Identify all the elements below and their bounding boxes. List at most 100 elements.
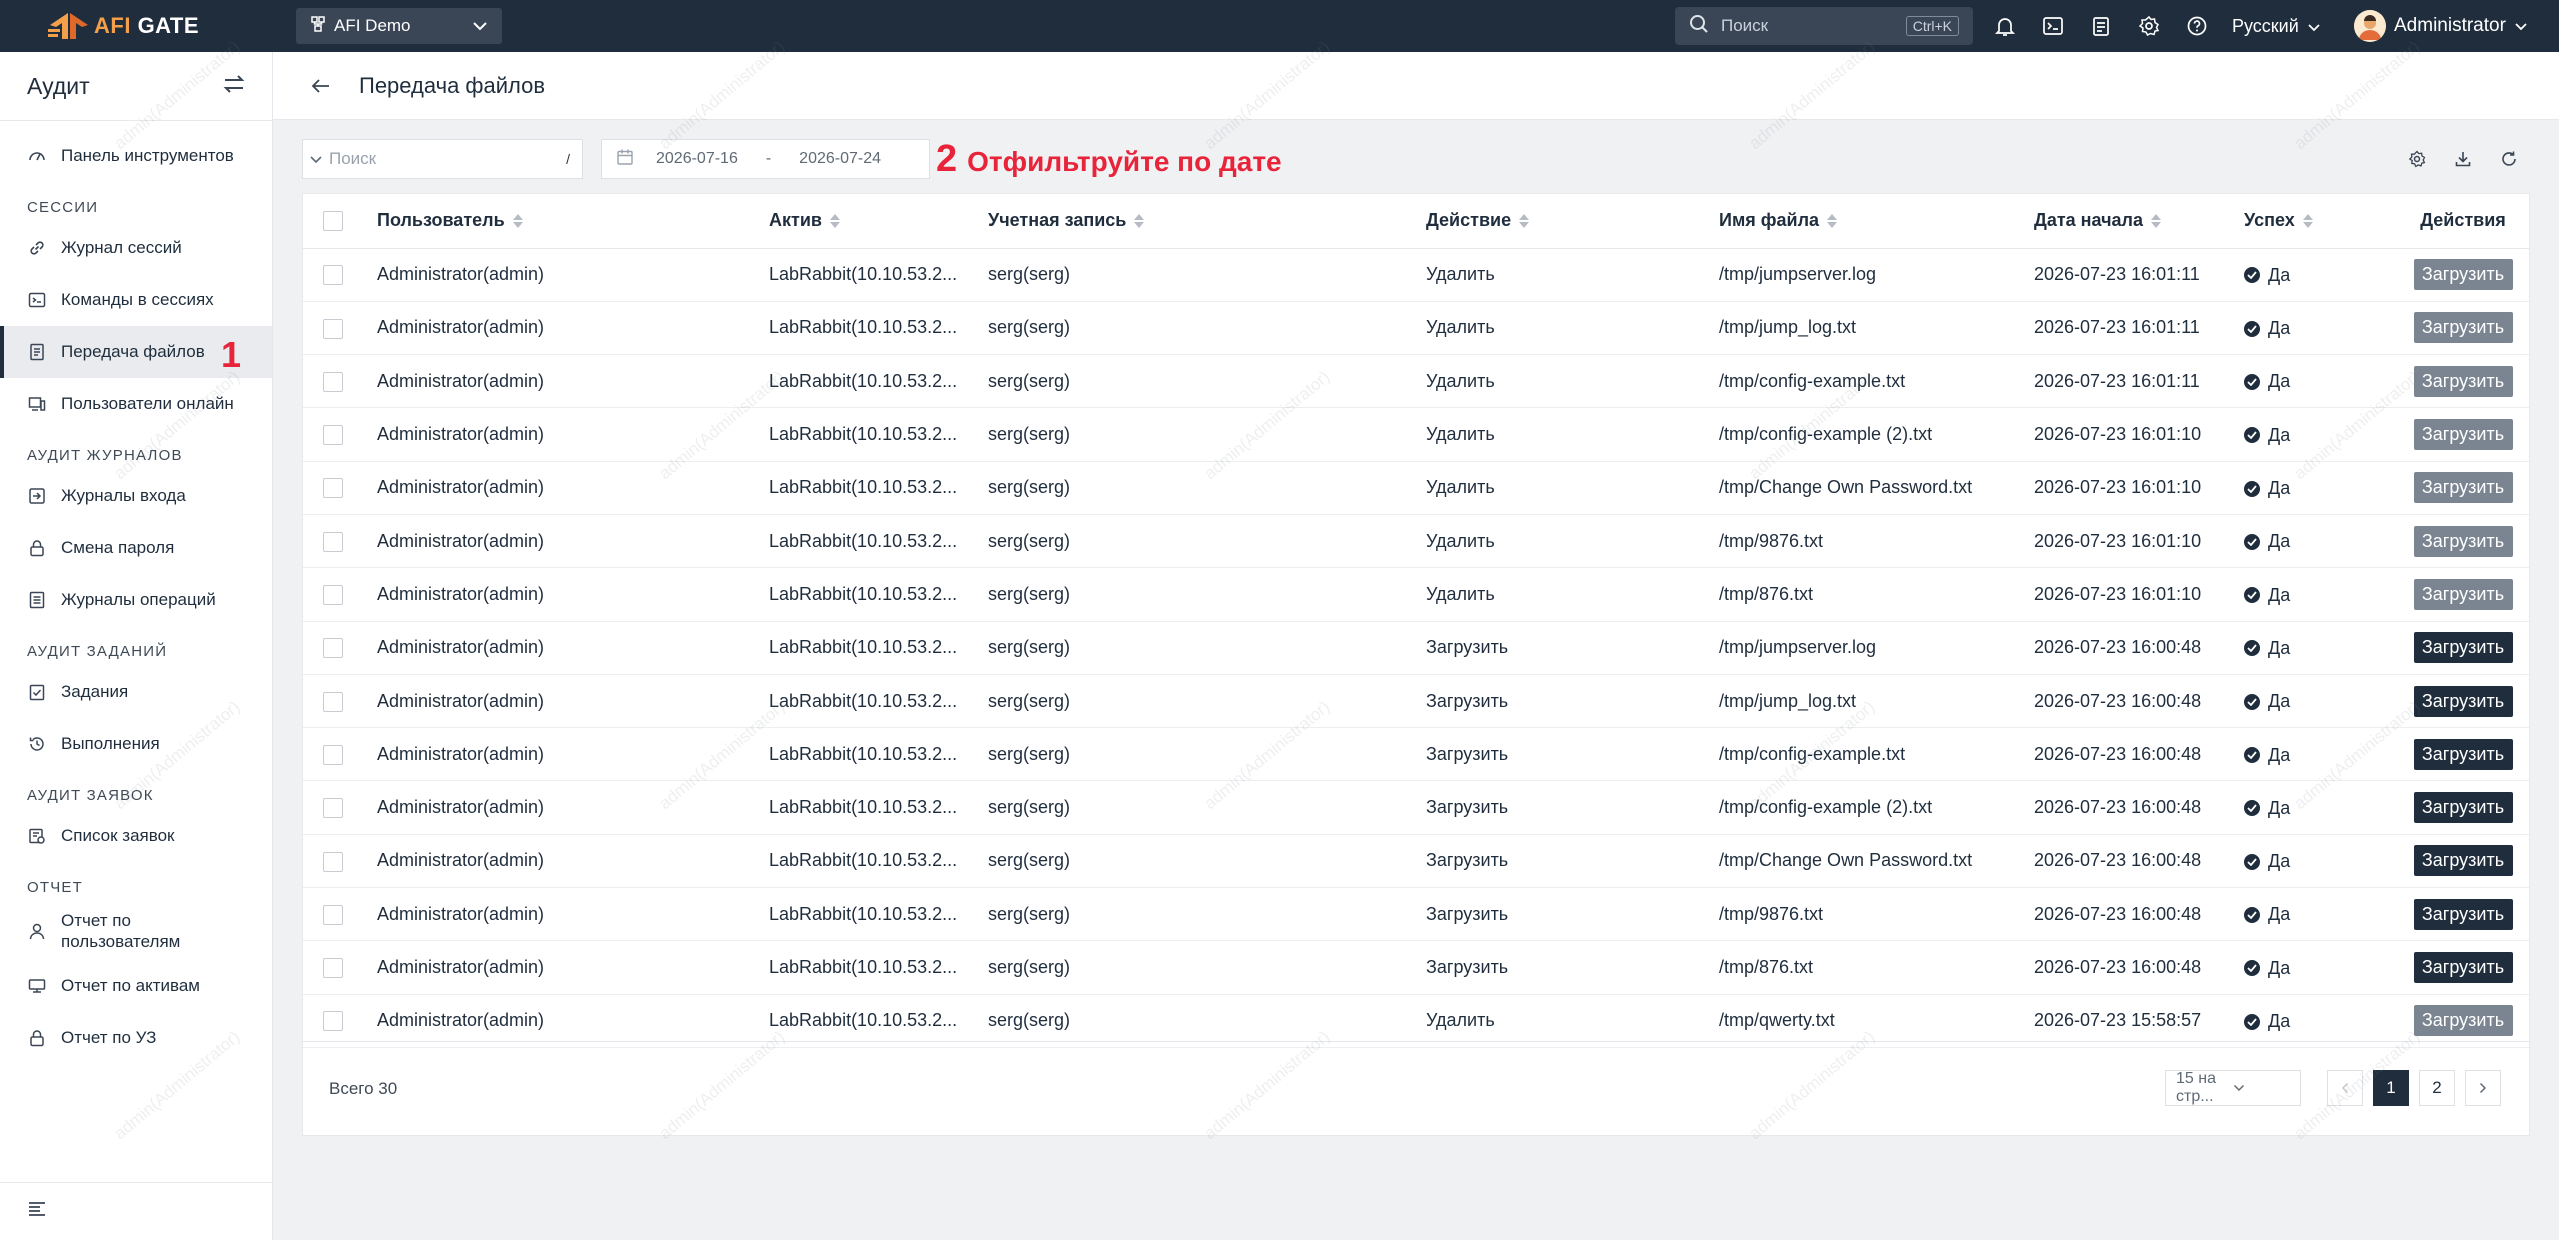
column-header-operation[interactable]: Действие	[1426, 210, 1530, 231]
row-checkbox[interactable]	[323, 744, 343, 765]
cell-account: serg(serg)	[988, 354, 1426, 409]
sidebar-item-online-users[interactable]: Пользователи онлайн	[0, 378, 272, 430]
sidebar-item-jobs[interactable]: Задания	[0, 666, 272, 718]
page-button-2[interactable]: 2	[2419, 1070, 2455, 1106]
cell-date-start: 2026-07-23 16:01:10	[2034, 567, 2244, 622]
sidebar-item-dashboard[interactable]: Панель инструментов	[0, 130, 272, 182]
sort-icon[interactable]	[2302, 213, 2313, 228]
table-row: Administrator(admin) LabRabbit(10.10.53.2…	[303, 940, 2529, 995]
prev-page-button[interactable]	[2327, 1070, 2363, 1106]
download-button[interactable]: Загрузить	[2413, 845, 2513, 877]
terminal-icon[interactable]	[2040, 13, 2066, 39]
sort-icon[interactable]	[512, 213, 523, 228]
help-icon[interactable]	[2184, 13, 2210, 39]
sidebar-item-password-change[interactable]: Смена пароля	[0, 522, 272, 574]
cell-asset: LabRabbit(10.10.53.2...	[769, 354, 988, 409]
sort-icon[interactable]	[1134, 213, 1145, 228]
row-checkbox[interactable]	[323, 425, 343, 446]
download-button[interactable]: Загрузить	[2413, 792, 2513, 824]
sidebar-item-ticket-list[interactable]: Список заявок	[0, 810, 272, 862]
column-header-success[interactable]: Успех	[2244, 210, 2313, 231]
download-button[interactable]: Загрузить	[2413, 1005, 2513, 1037]
clipboard-list-icon[interactable]	[2088, 13, 2114, 39]
table-search-input[interactable]: Поиск /	[302, 139, 583, 179]
download-button[interactable]: Загрузить	[2413, 365, 2513, 397]
sidebar-item-session-commands[interactable]: Команды в сессиях	[0, 274, 272, 326]
row-checkbox[interactable]	[323, 531, 343, 552]
download-button[interactable]: Загрузить	[2413, 632, 2513, 664]
language-select[interactable]: Русский	[2232, 0, 2321, 52]
row-checkbox[interactable]	[323, 265, 343, 286]
sidebar-item-login-logs[interactable]: Журналы входа	[0, 470, 272, 522]
bell-icon[interactable]	[1992, 13, 2018, 39]
date-from[interactable]: 2026-07-16	[656, 150, 738, 168]
settings-icon[interactable]	[2406, 148, 2428, 170]
cell-filename: /tmp/config-example (2).txt	[1719, 780, 2034, 835]
cell-filename: /tmp/jump_log.txt	[1719, 674, 2034, 729]
table-row: Administrator(admin) LabRabbit(10.10.53.2…	[303, 994, 2529, 1048]
sidebar-item-label: Передача файлов	[61, 342, 205, 361]
gear-icon[interactable]	[2136, 13, 2162, 39]
row-checkbox[interactable]	[323, 1011, 343, 1032]
sort-icon[interactable]	[1519, 213, 1530, 228]
sort-icon[interactable]	[1827, 213, 1838, 228]
global-search[interactable]: Поиск Ctrl+K	[1675, 7, 1973, 45]
sort-icon[interactable]	[2151, 213, 2162, 228]
row-checkbox[interactable]	[323, 585, 343, 606]
date-range-picker[interactable]: 2026-07-16 - 2026-07-24	[601, 139, 930, 179]
logo[interactable]: AFI GATE	[48, 9, 278, 43]
switch-view-icon[interactable]	[222, 73, 246, 100]
sidebar-item-operation-logs[interactable]: Журналы операций	[0, 574, 272, 626]
download-button[interactable]: Загрузить	[2413, 578, 2513, 610]
sort-icon[interactable]	[829, 213, 840, 228]
row-checkbox[interactable]	[323, 798, 343, 819]
next-page-button[interactable]	[2465, 1070, 2501, 1106]
row-checkbox[interactable]	[323, 851, 343, 872]
download-button[interactable]: Загрузить	[2413, 898, 2513, 930]
user-menu[interactable]: Administrator	[2354, 0, 2528, 52]
refresh-icon[interactable]	[2498, 148, 2520, 170]
table-row: Administrator(admin) LabRabbit(10.10.53.2…	[303, 780, 2529, 835]
row-checkbox[interactable]	[323, 318, 343, 339]
sidebar-item-account-report[interactable]: Отчет по УЗ	[0, 1012, 272, 1064]
download-button[interactable]: Загрузить	[2413, 259, 2513, 291]
back-arrow-icon[interactable]	[309, 74, 333, 98]
cell-user: Administrator(admin)	[377, 407, 769, 462]
sidebar-item-executions[interactable]: Выполнения	[0, 718, 272, 770]
sidebar-item-user-report[interactable]: Отчет по пользователям	[0, 902, 272, 960]
cell-operation: Загрузить	[1426, 780, 1719, 835]
row-checkbox[interactable]	[323, 638, 343, 659]
column-header-asset[interactable]: Актив	[769, 210, 840, 231]
download-button[interactable]: Загрузить	[2413, 525, 2513, 557]
row-checkbox[interactable]	[323, 958, 343, 979]
sidebar-item-session-log[interactable]: Журнал сессий	[0, 222, 272, 274]
page-button-1[interactable]: 1	[2373, 1070, 2409, 1106]
download-button[interactable]: Загрузить	[2413, 952, 2513, 983]
column-header-filename[interactable]: Имя файла	[1719, 210, 1838, 231]
download-icon[interactable]	[2452, 148, 2474, 170]
download-button[interactable]: Загрузить	[2413, 738, 2513, 770]
sidebar-item-asset-report[interactable]: Отчет по активам	[0, 960, 272, 1012]
avatar	[2354, 10, 2386, 42]
download-button[interactable]: Загрузить	[2413, 419, 2513, 451]
chevron-down-icon[interactable]	[309, 149, 323, 169]
collapse-menu-icon[interactable]	[27, 1200, 47, 1223]
column-header-user[interactable]: Пользователь	[377, 210, 523, 231]
row-checkbox[interactable]	[323, 371, 343, 392]
row-checkbox[interactable]	[323, 904, 343, 925]
cell-operation: Загрузить	[1426, 834, 1719, 889]
row-checkbox[interactable]	[323, 478, 343, 499]
calendar-icon	[616, 148, 634, 171]
row-checkbox[interactable]	[323, 691, 343, 712]
sidebar-item-label: Список заявок	[61, 826, 175, 845]
column-header-account[interactable]: Учетная запись	[988, 210, 1145, 231]
success-text: Да	[2268, 318, 2291, 339]
column-header-date-start[interactable]: Дата начала	[2034, 210, 2162, 231]
download-button[interactable]: Загрузить	[2413, 312, 2513, 344]
download-button[interactable]: Загрузить	[2413, 685, 2513, 717]
page-size-select[interactable]: 15 на стр...	[2165, 1070, 2301, 1106]
date-to[interactable]: 2026-07-24	[799, 150, 881, 168]
download-button[interactable]: Загрузить	[2413, 472, 2513, 504]
organization-select[interactable]: AFI Demo	[296, 8, 502, 44]
select-all-checkbox[interactable]	[323, 211, 343, 232]
